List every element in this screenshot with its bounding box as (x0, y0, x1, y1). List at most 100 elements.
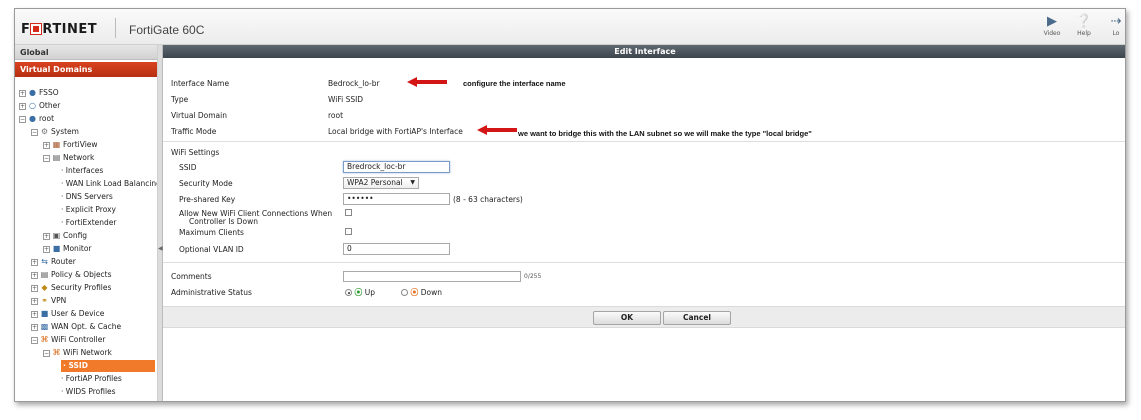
sidebar-item-label: Router (51, 257, 76, 266)
traffic-mode-value: Local bridge with FortiAP's Interface (328, 127, 463, 136)
status-down-option[interactable]: ⦿ Down (401, 287, 442, 298)
virtual-domain-value: root (328, 111, 344, 120)
pre-shared-key-input[interactable]: •••••• (343, 193, 450, 205)
security-mode-value: WPA2 Personal (347, 178, 403, 187)
sidebar-item-label: FortiAP Profiles (65, 374, 122, 383)
sidebar-item-label: Other (39, 101, 61, 110)
status-down-label: Down (420, 288, 443, 297)
gear-icon: ⚙ (40, 127, 49, 136)
sidebar-item-wifi-network[interactable]: − ⌘ WiFi Network (43, 347, 112, 359)
divider (163, 141, 1125, 142)
cancel-button[interactable]: Cancel (663, 311, 731, 325)
sidebar-item-root[interactable]: − ● root (19, 113, 54, 125)
expand-icon[interactable]: + (31, 298, 38, 305)
ssid-label: SSID (179, 163, 197, 172)
sidebar-item-label: System (51, 127, 79, 136)
expand-icon[interactable]: + (43, 233, 50, 240)
expand-icon[interactable]: + (19, 103, 26, 110)
expand-icon[interactable]: + (31, 259, 38, 266)
sidebar-item-fortiview[interactable]: + ▦ FortiView (43, 139, 98, 151)
allow-new-clients-checkbox[interactable] (345, 209, 352, 216)
top-bar: F RTINET FortiGate 60C ▶ Video ❔ Help ⇢ L… (15, 9, 1125, 45)
sidebar-item-label: Explicit Proxy (65, 205, 116, 214)
status-up-radio[interactable] (345, 289, 352, 296)
sidebar-item-label: root (39, 114, 55, 123)
sidebar-item-wan-opt-cache[interactable]: + ▩ WAN Opt. & Cache (31, 321, 121, 333)
annotation-traffic-note: we want to bridge this with the LAN subn… (518, 129, 812, 138)
status-down-radio[interactable] (401, 289, 408, 296)
wifi-icon: ⌘ (40, 335, 49, 344)
ssid-input[interactable]: Bredrock_loc-br (343, 161, 450, 173)
sidebar-item-wan-link-load-balancing[interactable]: · WAN Link Load Balancing (61, 178, 157, 190)
help-button[interactable]: ❔ Help (1071, 14, 1097, 37)
button-bar: OK Cancel (163, 306, 1125, 328)
sidebar-item-monitor[interactable]: + ■ Monitor (43, 243, 92, 255)
traffic-mode-label: Traffic Mode (171, 127, 217, 136)
expand-icon[interactable]: + (19, 90, 26, 97)
logout-icon: ⇢ (1110, 14, 1122, 29)
sidebar-item-wids-profiles[interactable]: · WIDS Profiles (61, 386, 116, 398)
sidebar-item-label: WAN Link Load Balancing (65, 179, 157, 188)
logout-button[interactable]: ⇢ Lo (1103, 14, 1125, 37)
sidebar-item-fsso[interactable]: + ● FSSO (19, 87, 59, 99)
security-mode-label: Security Mode (179, 179, 233, 188)
help-label: Help (1077, 30, 1091, 37)
sidebar-item-interfaces[interactable]: · Interfaces (61, 165, 103, 177)
sidebar-item-user-device[interactable]: + ■ User & Device (31, 308, 104, 320)
collapse-icon[interactable]: − (31, 129, 38, 136)
sidebar-item-label: Network (63, 153, 95, 162)
sidebar-item-vpn[interactable]: + ⚭ VPN (31, 295, 66, 307)
monitor-icon: ■ (52, 244, 61, 253)
sidebar-item-explicit-proxy[interactable]: · Explicit Proxy (61, 204, 116, 216)
sidebar-item-dns-servers[interactable]: · DNS Servers (61, 191, 113, 203)
circle-icon: ○ (29, 101, 36, 110)
expand-icon[interactable]: + (31, 311, 38, 318)
sidebar-item-fortiap-profiles[interactable]: · FortiAP Profiles (61, 373, 122, 385)
collapse-icon[interactable]: − (43, 155, 50, 162)
status-up-label: Up (364, 288, 376, 297)
panel-title: Edit Interface (163, 45, 1125, 58)
sidebar-item-policy-objects[interactable]: + ▤ Policy & Objects (31, 269, 112, 281)
expand-icon[interactable]: + (43, 246, 50, 253)
expand-icon[interactable]: + (43, 142, 50, 149)
sidebar-global-header[interactable]: Global (15, 45, 157, 60)
sidebar-item-label: DNS Servers (65, 192, 113, 201)
sidebar-item-router[interactable]: + ⇆ Router (31, 256, 76, 268)
sidebar-item-network[interactable]: − ▤ Network (43, 152, 94, 164)
sidebar-item-fortiextender[interactable]: · FortiExtender (61, 217, 116, 229)
chart-icon: ▦ (52, 140, 61, 149)
status-up-option[interactable]: ⦿ Up (345, 287, 375, 298)
down-icon: ⦿ (410, 288, 419, 297)
video-button[interactable]: ▶ Video (1039, 14, 1065, 37)
maximum-clients-checkbox[interactable] (345, 228, 352, 235)
security-mode-select[interactable]: WPA2 Personal ▼ (343, 177, 419, 189)
sidebar-item-security-profiles[interactable]: + ◆ Security Profiles (31, 282, 111, 294)
vlan-id-input[interactable]: 0 (343, 243, 450, 255)
ok-button[interactable]: OK (593, 311, 661, 325)
users-icon: ● (29, 88, 36, 97)
wan-icon: ▩ (40, 322, 49, 331)
sidebar-item-system[interactable]: − ⚙ System (31, 126, 79, 138)
collapse-icon[interactable]: − (19, 116, 26, 123)
expand-icon[interactable]: + (31, 285, 38, 292)
sidebar-item-config[interactable]: + ▣ Config (43, 230, 87, 242)
logout-label: Lo (1112, 30, 1120, 37)
collapse-icon[interactable]: − (31, 337, 38, 344)
edit-interface-panel: Edit Interface Interface Name Bedrock_lo… (163, 45, 1125, 401)
comments-textarea[interactable] (343, 271, 521, 282)
policy-icon: ▤ (40, 270, 49, 279)
sidebar-item-label: User & Device (51, 309, 105, 318)
sidebar-item-label: Policy & Objects (51, 270, 112, 279)
expand-icon[interactable]: + (31, 324, 38, 331)
maximum-clients-label: Maximum Clients (179, 228, 244, 237)
interface-name-value: Bedrock_lo-br (328, 79, 380, 88)
sidebar-virtual-domains-header[interactable]: Virtual Domains (15, 62, 157, 77)
comments-label: Comments (171, 272, 212, 281)
sidebar-item-other[interactable]: + ○ Other (19, 100, 60, 112)
collapse-icon[interactable]: − (43, 350, 50, 357)
expand-icon[interactable]: + (31, 272, 38, 279)
sidebar-item-ssid[interactable]: · SSID (61, 360, 155, 372)
sidebar-item-wifi-controller[interactable]: − ⌘ WiFi Controller (31, 334, 105, 346)
sidebar-item-label: Monitor (63, 244, 92, 253)
fortinet-logo: F RTINET (21, 22, 98, 37)
